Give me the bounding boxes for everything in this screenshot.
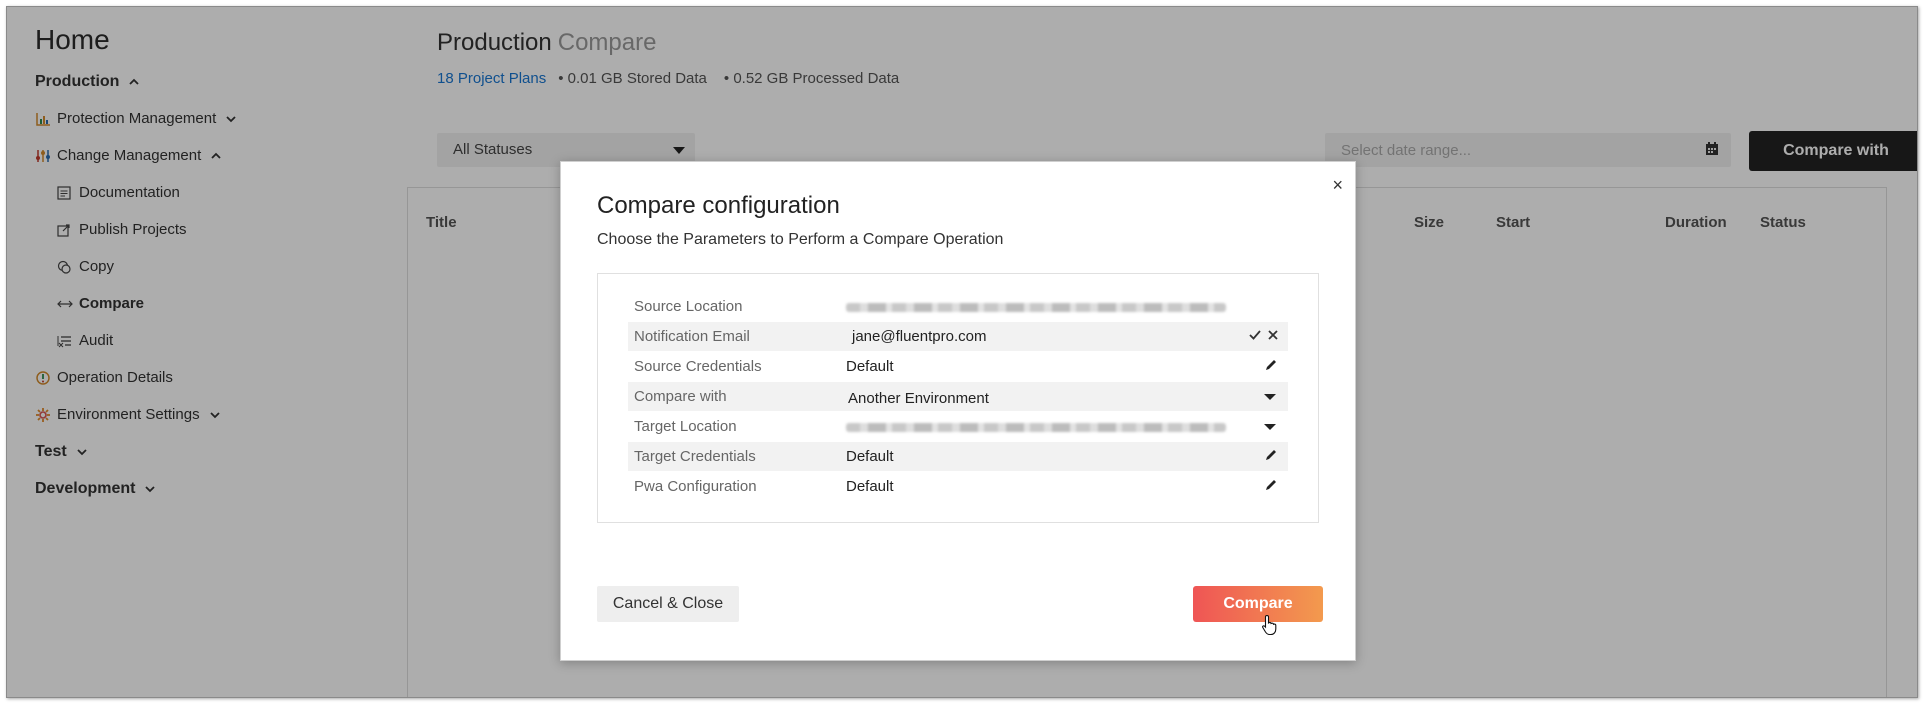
param-row-pwa-configuration: Pwa Configuration Default xyxy=(628,472,1288,501)
target-location-value-redacted[interactable] xyxy=(846,423,1226,432)
param-row-source-location: Source Location xyxy=(628,292,1288,321)
check-icon[interactable] xyxy=(1248,328,1262,342)
app-window: Home Production Protection Management Ch… xyxy=(6,6,1918,698)
target-credentials-value: Default xyxy=(846,448,894,465)
param-label: Source Location xyxy=(634,298,743,315)
source-credentials-value: Default xyxy=(846,358,894,375)
param-row-notification-email: Notification Email jane@fluentpro.com xyxy=(628,322,1288,351)
param-label: Source Credentials xyxy=(634,358,762,375)
param-row-target-credentials: Target Credentials Default xyxy=(628,442,1288,471)
param-row-compare-with[interactable]: Compare with Another Environment xyxy=(628,382,1288,411)
compare-with-select-value[interactable]: Another Environment xyxy=(848,390,989,407)
source-location-value-redacted xyxy=(846,303,1226,312)
pencil-icon[interactable] xyxy=(1264,478,1278,492)
email-edit-actions xyxy=(1248,328,1280,342)
caret-down-icon[interactable] xyxy=(1264,424,1276,430)
pencil-icon[interactable] xyxy=(1264,448,1278,462)
compare-configuration-dialog: × Compare configuration Choose the Param… xyxy=(560,161,1356,661)
param-label: Target Location xyxy=(634,418,737,435)
dialog-title: Compare configuration xyxy=(597,192,840,219)
param-label: Compare with xyxy=(634,388,727,405)
close-icon[interactable]: × xyxy=(1332,176,1343,194)
parameters-panel: Source Location Notification Email jane@… xyxy=(597,273,1319,523)
notification-email-input[interactable]: jane@fluentpro.com xyxy=(852,328,986,345)
param-label: Target Credentials xyxy=(634,448,756,465)
param-row-target-location[interactable]: Target Location xyxy=(628,412,1288,441)
hand-cursor-icon xyxy=(1262,614,1277,636)
param-label: Notification Email xyxy=(634,328,750,345)
param-row-source-credentials: Source Credentials Default xyxy=(628,352,1288,381)
caret-down-icon[interactable] xyxy=(1264,394,1276,400)
cancel-close-button[interactable]: Cancel & Close xyxy=(597,586,739,622)
param-label: Pwa Configuration xyxy=(634,478,757,495)
pwa-configuration-value: Default xyxy=(846,478,894,495)
compare-button[interactable]: Compare xyxy=(1193,586,1323,622)
pencil-icon[interactable] xyxy=(1264,358,1278,372)
close-icon[interactable] xyxy=(1266,328,1280,342)
dialog-subtitle: Choose the Parameters to Perform a Compa… xyxy=(597,231,1004,248)
